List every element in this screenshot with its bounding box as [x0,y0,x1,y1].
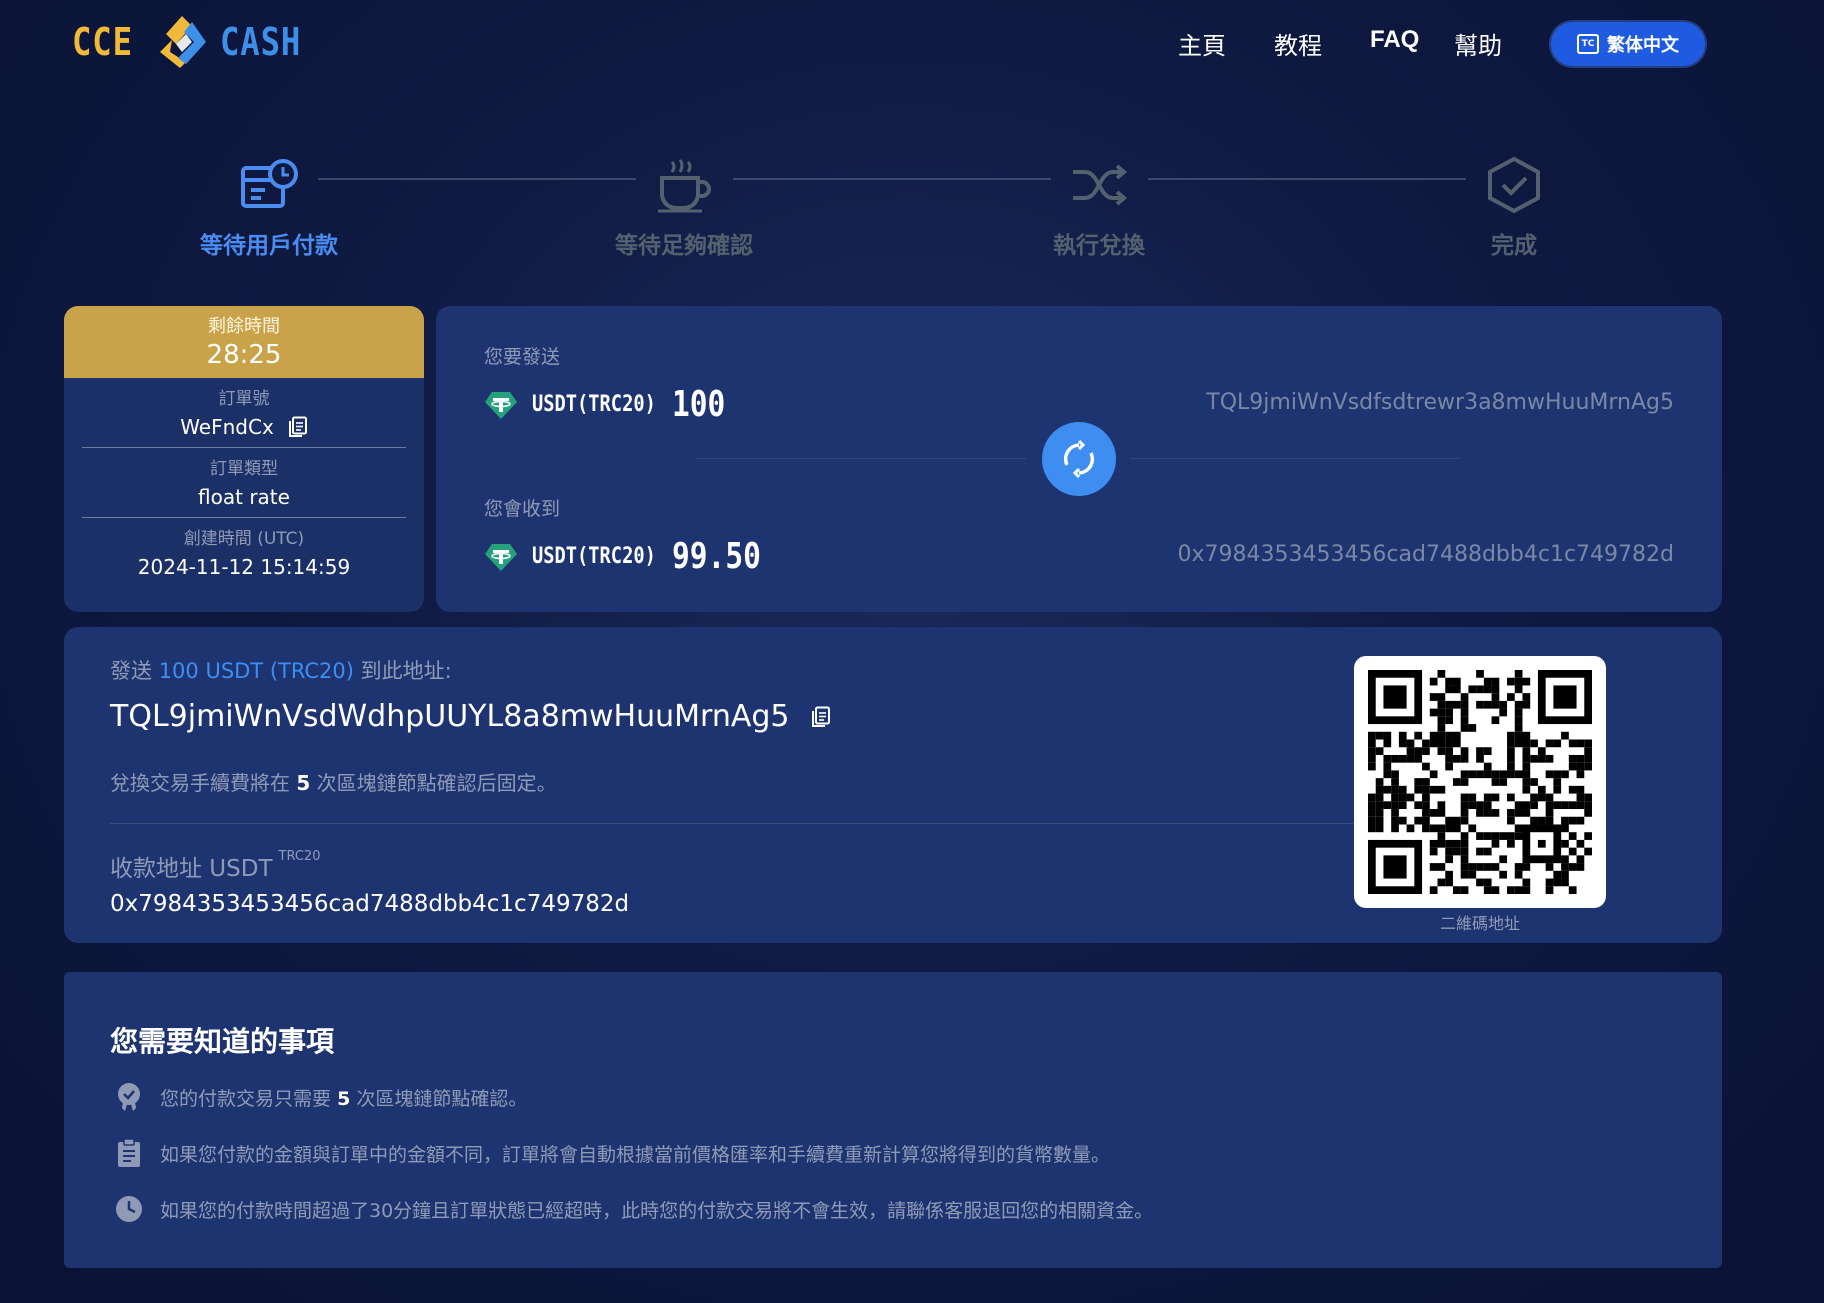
countdown-timer: 剩餘時間 28:25 [64,306,424,378]
step-label: 執行兌換 [1053,233,1145,259]
receive-label: 您會收到 [484,498,561,520]
copy-icon[interactable] [811,706,831,728]
receive-network-tag: TRC20 [278,849,321,864]
nav-home[interactable]: 主頁 [1178,26,1226,61]
qr-code [1354,656,1606,908]
step-label: 完成 [1491,233,1537,259]
tether-icon [485,543,517,571]
fee-note-pre: 兌換交易手續費將在 [110,771,290,795]
deposit-title: 發送 100 USDT (TRC20) 到此地址: [110,655,452,685]
divider-line [696,458,1026,459]
deposit-title-pre: 發送 [110,659,152,683]
send-coin: USDT(TRC20) [532,392,656,417]
note-text: 您的付款交易只需要 [160,1087,332,1110]
deposit-amount-highlight: 100 USDT (TRC20) [158,659,354,683]
order-number-section: 訂單號 WeFndCx [82,378,406,447]
send-label: 您要發送 [484,346,561,368]
order-number-value: WeFndCx [180,415,274,439]
created-time-value: 2024-11-12 15:14:59 [137,555,351,579]
notes-card: 您需要知道的事項 您的付款交易只需要 5 次區塊鏈節點確認。 如果您付款的金額與… [64,972,1722,1268]
nav-tutorial[interactable]: 教程 [1274,26,1322,61]
time-left-label: 剩餘時間 [208,316,280,337]
deposit-title-post: 到此地址: [360,659,452,683]
deposit-address-row: TQL9jmiWnVsdWdhpUUYL8a8mwHuuMrnAg5 [110,699,831,734]
fee-note: 兌換交易手續費將在 5 次區塊鏈節點確認后固定。 [110,767,557,796]
send-amount: 100 [671,384,726,425]
deposit-address[interactable]: TQL9jmiWnVsdWdhpUUYL8a8mwHuuMrnAg5 [110,699,789,734]
step-awaiting-payment: 等待用戶付款 [159,156,379,260]
logo[interactable]: CCE CASH [72,14,315,70]
shuffle-icon [1073,164,1128,206]
send-address: TQL9jmiWnVsdfsdtrewr3a8mwHuuMrnAg5 [1206,390,1674,415]
language-button[interactable]: TC 繁体中文 [1551,22,1705,66]
send-row: USDT(TRC20) 100 [484,384,737,425]
order-info-card: 剩餘時間 28:25 訂單號 WeFndCx 訂單類型 float rate 創… [64,306,424,612]
shield-check-icon [1488,156,1540,214]
divider-line [1130,458,1460,459]
note-count: 5 [337,1087,351,1110]
order-type-section: 訂單類型 float rate [82,447,406,517]
clock-icon [116,1196,142,1222]
header: CCE CASH 主頁 教程 FAQ 幫助 TC 繁体中文 [0,0,1824,90]
note-text: 如果您的付款時間超過了30分鐘且訂單狀態已經超時，此時您的付款交易將不會生效，請… [160,1199,1154,1222]
receive-coin: USDT(TRC20) [532,544,656,569]
fee-note-post: 次區塊鏈節點確認后固定。 [316,771,557,795]
tether-icon [485,391,517,419]
logo-text-cash: CASH [219,20,301,64]
logo-text-cce: CCE [72,20,133,64]
language-icon: TC [1577,34,1599,54]
notes-title: 您需要知道的事項 [110,1025,335,1058]
time-left-value: 28:25 [206,340,282,370]
receive-address-value: 0x7984353453456cad7488dbb4c1c749782d [110,891,630,917]
calendar-clock-icon [241,159,298,208]
step-complete: 完成 [1404,156,1624,260]
nav-help[interactable]: 幫助 [1454,26,1502,61]
logo-mark-icon [159,16,206,68]
receive-address: 0x7984353453456cad7488dbb4c1c749782d [1177,542,1674,567]
note-text: 如果您付款的金額與訂單中的金額不同，訂單將會自動根據當前價格匯率和手續費重新計算… [160,1143,1111,1166]
step-awaiting-confirmations: 等待足夠確認 [574,156,794,260]
copy-icon[interactable] [288,416,308,438]
fee-note-count: 5 [296,771,311,795]
receive-row: USDT(TRC20) 99.50 [484,536,780,577]
order-type-value: float rate [198,485,290,509]
exchange-card: 您要發送 USDT(TRC20) 100 TQL9jmiWnVsdfsdtrew… [436,306,1722,612]
deposit-card: 發送 100 USDT (TRC20) 到此地址: TQL9jmiWnVsdWd… [64,627,1722,943]
order-type-label: 訂單類型 [210,459,278,479]
step-label: 等待足夠確認 [615,233,753,259]
qr-caption: 二維碼地址 [1439,914,1520,933]
language-label: 繁体中文 [1607,35,1679,56]
step-exchanging: 執行兌換 [989,156,1209,260]
divider-line [110,823,1370,824]
receive-amount: 99.50 [671,536,761,577]
note-text: 次區塊鏈節點確認。 [356,1087,528,1110]
note-item: 您的付款交易只需要 5 次區塊鏈節點確認。 [114,1082,527,1112]
nav-faq[interactable]: FAQ [1370,26,1419,54]
note-item: 如果您付款的金額與訂單中的金額不同，訂單將會自動根據當前價格匯率和手續費重新計算… [114,1138,1110,1168]
created-time-section: 創建時間 (UTC) 2024-11-12 15:14:59 [82,517,406,587]
qr-code-icon [1368,670,1592,894]
progress-steps: 等待用戶付款 等待足夠確認 執行兌換 完成 [0,150,1824,259]
receive-address-label-text: 收款地址 USDT [110,856,273,882]
badge-check-icon [118,1083,140,1111]
refresh-icon [1063,439,1095,479]
refresh-button[interactable] [1042,422,1116,496]
receive-address-label: 收款地址 USDT TRC20 [110,849,320,883]
note-item: 如果您的付款時間超過了30分鐘且訂單狀態已經超時，此時您的付款交易將不會生效，請… [114,1194,1153,1224]
coffee-cup-icon [658,159,711,213]
order-number-label: 訂單號 [218,389,270,409]
clipboard-icon [118,1138,140,1167]
step-label: 等待用戶付款 [200,233,338,259]
created-time-label: 創建時間 (UTC) [183,529,305,549]
